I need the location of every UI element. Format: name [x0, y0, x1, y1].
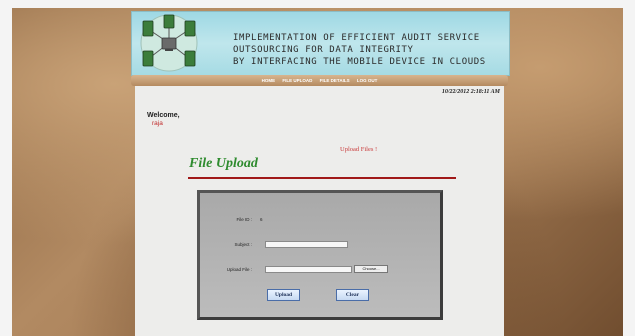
- header-banner: IMPLEMENTATION OF EFFICIENT AUDIT SERVIC…: [131, 11, 510, 76]
- file-id-label: File ID :: [236, 217, 252, 222]
- upload-file-input[interactable]: [265, 266, 352, 273]
- banner-title: IMPLEMENTATION OF EFFICIENT AUDIT SERVIC…: [233, 32, 505, 68]
- choose-file-button[interactable]: Choose...: [354, 265, 388, 273]
- file-id-value: 6: [260, 217, 263, 222]
- welcome-text: Welcome,: [147, 112, 180, 119]
- subject-label: Subject :: [234, 242, 252, 247]
- upload-form: File ID : 6 Subject : Upload File : Choo…: [197, 190, 443, 320]
- banner-line-3: BY INTERFACING THE MOBILE DEVICE IN CLOU…: [233, 57, 486, 67]
- clear-button[interactable]: Clear: [336, 289, 369, 301]
- upload-files-link[interactable]: Upload Files !: [340, 146, 377, 153]
- username: raja: [152, 120, 163, 127]
- subject-input[interactable]: [265, 241, 348, 248]
- banner-line-1: IMPLEMENTATION OF EFFICIENT AUDIT SERVIC…: [233, 33, 480, 43]
- timestamp: 10/22/2012 2:18:11 AM: [441, 89, 500, 95]
- content-panel: 10/22/2012 2:18:11 AM Welcome, raja Uplo…: [135, 86, 504, 336]
- title-divider: [188, 177, 456, 179]
- nav-home[interactable]: HOME: [262, 78, 276, 83]
- network-servers-icon: [140, 14, 198, 72]
- nav-log-out[interactable]: LOG OUT: [357, 78, 378, 83]
- upload-button[interactable]: Upload: [267, 289, 300, 301]
- nav-bar: HOME FILE UPLOAD FILE DETAILS LOG OUT: [131, 75, 508, 86]
- banner-line-2: OUTSOURCING FOR DATA INTEGRITY: [233, 45, 414, 55]
- nav-file-details[interactable]: FILE DETAILS: [320, 78, 350, 83]
- upload-file-label: Upload File :: [226, 267, 252, 272]
- page-title: File Upload: [189, 156, 258, 171]
- nav-file-upload[interactable]: FILE UPLOAD: [282, 78, 312, 83]
